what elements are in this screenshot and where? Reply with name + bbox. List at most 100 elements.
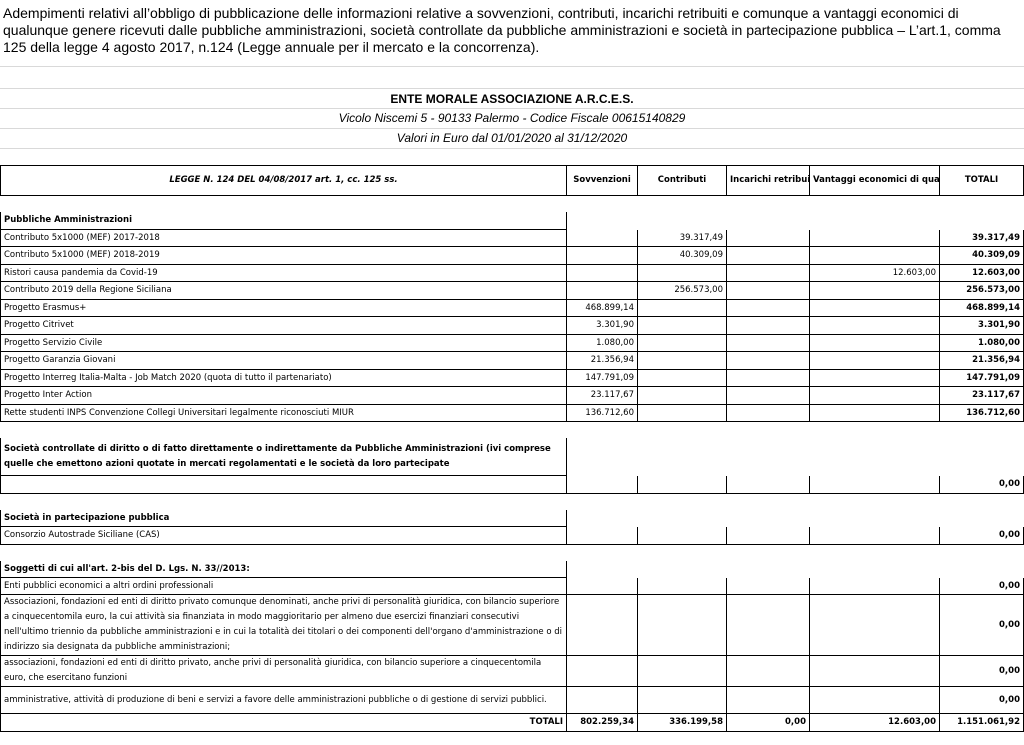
cell-totali: 468.899,14 [939, 298, 1024, 317]
header-incarichi: Incarichi retribuiti [726, 165, 810, 196]
table-row: 0,00 [0, 475, 1024, 494]
cell-totali: 136.712,60 [939, 403, 1024, 422]
grid-line [0, 128, 1024, 129]
cell-sovvenzioni [566, 228, 638, 247]
cell-vantaggi [809, 386, 940, 405]
header-sovvenzioni: Sovvenzioni [566, 165, 638, 196]
grid-line [0, 66, 1024, 67]
section-title: Società in partecipazione pubblica [0, 508, 567, 527]
grid-line [0, 108, 1024, 109]
totals-label: TOTALI [0, 713, 567, 732]
row-total: 0,00 [939, 526, 1024, 545]
table-row: Contributo 5x1000 (MEF) 2017-2018 39.317,… [0, 228, 1024, 247]
section-soggetti: Soggetti di cui all'art. 2-bis del D. Lg… [0, 559, 1024, 578]
table-row: Associazioni, fondazioni ed enti di diri… [0, 594, 1024, 656]
cell-contributi [637, 316, 727, 335]
header-contributi: Contributi [637, 165, 727, 196]
section-partecipazione: Società in partecipazione pubblica [0, 508, 1024, 527]
cell-sovvenzioni: 147.791,09 [566, 368, 638, 387]
row-total: 0,00 [939, 686, 1024, 714]
section-title: Società controllate di diritto o di fatt… [0, 437, 567, 476]
cell-sovvenzioni [566, 246, 638, 265]
report-table: LEGGE N. 124 DEL 04/08/2017 art. 1, cc. … [0, 165, 1024, 732]
table-row: Progetto Garanzia Giovani 21.356,94 21.356… [0, 351, 1024, 370]
header-totali: TOTALI [939, 165, 1024, 196]
total-incarichi: 0,00 [726, 713, 810, 732]
table-row: Enti pubblici economici a altri ordini p… [0, 577, 1024, 595]
cell-sovvenzioni: 3.301,90 [566, 316, 638, 335]
row-label: amministrative, attività di produzione d… [0, 686, 567, 714]
cell-incarichi [726, 351, 810, 370]
row-total: 0,00 [939, 475, 1024, 494]
cell-contributi [637, 351, 727, 370]
table-row: Progetto Erasmus+ 468.899,14 468.899,14 [0, 298, 1024, 317]
table-row: Consorzio Autostrade Siciliane (CAS) 0,0… [0, 526, 1024, 545]
table-row: Ristori causa pandemia da Covid-19 12.603… [0, 263, 1024, 282]
cell-contributi [637, 298, 727, 317]
cell-totali: 21.356,94 [939, 351, 1024, 370]
table-row: Progetto Citrivet 3.301,90 3.301,90 [0, 316, 1024, 335]
cell-incarichi [726, 298, 810, 317]
cell-totali: 23.117,67 [939, 386, 1024, 405]
cell-vantaggi [809, 281, 940, 300]
section-controllate: Società controllate di diritto o di fatt… [0, 437, 1024, 476]
row-total: 0,00 [939, 655, 1024, 687]
cell-incarichi [726, 228, 810, 247]
cell-sovvenzioni: 23.117,67 [566, 386, 638, 405]
cell-totali: 3.301,90 [939, 316, 1024, 335]
cell-vantaggi [809, 228, 940, 247]
table-row: Contributo 5x1000 (MEF) 2018-2019 40.309,… [0, 246, 1024, 265]
row-total: 0,00 [939, 594, 1024, 656]
pa-rows: Contributo 5x1000 (MEF) 2017-2018 39.317,… [0, 228, 1024, 422]
table-row: Progetto Interreg Italia-Malta - Job Mat… [0, 368, 1024, 387]
cell-vantaggi [809, 403, 940, 422]
header-law: LEGGE N. 124 DEL 04/08/2017 art. 1, cc. … [0, 165, 567, 196]
table-row: Contributo 2019 della Regione Siciliana 2… [0, 281, 1024, 300]
cell-totali: 39.317,49 [939, 228, 1024, 247]
cell-incarichi [726, 246, 810, 265]
row-total: 0,00 [939, 577, 1024, 595]
totals-row: TOTALI 802.259,34 336.199,58 0,00 12.603… [0, 713, 1024, 732]
cell-sovvenzioni: 21.356,94 [566, 351, 638, 370]
cell-sovvenzioni [566, 281, 638, 300]
cell-contributi [637, 263, 727, 282]
cell-contributi [637, 333, 727, 352]
cell-contributi: 39.317,49 [637, 228, 727, 247]
cell-totali: 12.603,00 [939, 263, 1024, 282]
table-row: Rette studenti INPS Convenzione Collegi … [0, 403, 1024, 422]
cell-sovvenzioni [566, 263, 638, 282]
cell-contributi: 256.573,00 [637, 281, 727, 300]
row-label: Rette studenti INPS Convenzione Collegi … [0, 403, 567, 422]
cell-vantaggi [809, 298, 940, 317]
cell-sovvenzioni: 468.899,14 [566, 298, 638, 317]
cell-incarichi [726, 333, 810, 352]
cell-vantaggi [809, 246, 940, 265]
cell-incarichi [726, 281, 810, 300]
grid-line [0, 148, 1024, 149]
row-label: Consorzio Autostrade Siciliane (CAS) [0, 526, 567, 545]
row-label: Contributo 5x1000 (MEF) 2017-2018 [0, 228, 567, 247]
total-vantaggi: 12.603,00 [809, 713, 940, 732]
cell-sovvenzioni: 1.080,00 [566, 333, 638, 352]
row-label: Progetto Citrivet [0, 316, 567, 335]
row-label: Associazioni, fondazioni ed enti di diri… [0, 594, 567, 656]
row-label: Contributo 2019 della Regione Siciliana [0, 281, 567, 300]
table-row: amministrative, attività di produzione d… [0, 686, 1024, 714]
cell-totali: 147.791,09 [939, 368, 1024, 387]
section-title: Soggetti di cui all'art. 2-bis del D. Lg… [0, 559, 567, 578]
table-row: Progetto Servizio Civile 1.080,00 1.080,00 [0, 333, 1024, 352]
section-pa: Pubbliche Amministrazioni [0, 211, 1024, 230]
table-row: associazioni, fondazioni ed enti di diri… [0, 655, 1024, 687]
row-label: Ristori causa pandemia da Covid-19 [0, 263, 567, 282]
spreadsheet: Adempimenti relativi all’obbligo di pubb… [0, 0, 1024, 745]
row-label: Progetto Interreg Italia-Malta - Job Mat… [0, 368, 567, 387]
row-label: associazioni, fondazioni ed enti di diri… [0, 655, 567, 687]
cell-totali: 256.573,00 [939, 281, 1024, 300]
cell-incarichi [726, 386, 810, 405]
cell-totali: 40.309,09 [939, 246, 1024, 265]
row-label: Enti pubblici economici a altri ordini p… [0, 577, 567, 595]
cell-contributi [637, 403, 727, 422]
cell-vantaggi: 12.603,00 [809, 263, 940, 282]
grand-total: 1.151.061,92 [939, 713, 1024, 732]
grid-line [0, 88, 1024, 89]
